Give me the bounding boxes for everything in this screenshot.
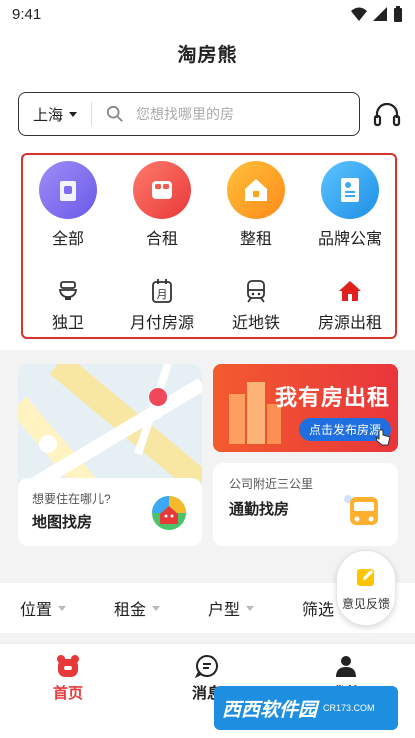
banner-title: 我有房出租	[275, 385, 391, 410]
bear-home-icon	[57, 655, 79, 677]
filter-rent[interactable]: 租金	[114, 596, 161, 620]
building-icon	[39, 161, 97, 219]
category-list-rental[interactable]: 房源出租	[305, 277, 395, 333]
svg-text:月: 月	[157, 288, 168, 301]
subway-icon	[242, 277, 270, 305]
category-label: 独卫	[51, 315, 84, 332]
status-icons	[351, 6, 403, 22]
category-panel: 全部 合租 整租 品牌公寓 独卫 月 月付房源 近地铁 房源出租	[21, 153, 397, 339]
category-label: 月付房源	[129, 315, 194, 332]
feedback-label: 意见反馈	[341, 596, 390, 611]
person-icon	[336, 656, 356, 677]
search-input[interactable]: 您想找哪里的房	[136, 104, 234, 124]
calendar-month-icon: 月	[148, 277, 176, 305]
category-subway[interactable]: 近地铁	[211, 277, 301, 333]
watermark-text: 西西软件园	[222, 699, 318, 721]
caret-down-icon	[69, 111, 78, 117]
search-icon	[106, 105, 123, 122]
house-icon	[227, 161, 285, 219]
home-red-icon	[336, 277, 364, 305]
top-area: 上海 您想找哪里的房 全部 合租 整租 品牌公寓 独卫 月 月付房源 近地铁 房…	[0, 78, 415, 350]
watermark-sub: CR173.COM	[323, 703, 375, 713]
map-search-card[interactable]: 想要住在哪儿? 地图找房	[18, 364, 202, 546]
document-icon	[321, 161, 379, 219]
list-rental-banner[interactable]: 我有房出租 点击发布房源	[213, 364, 398, 452]
map-pin-badge-icon	[152, 496, 186, 530]
category-monthly[interactable]: 月 月付房源	[117, 277, 207, 333]
city-selector[interactable]: 上海	[19, 93, 91, 135]
caret-down-icon	[152, 605, 161, 611]
caret-down-icon	[246, 605, 255, 611]
category-brand[interactable]: 品牌公寓	[305, 161, 395, 249]
category-label: 近地铁	[231, 315, 280, 332]
category-label: 整租	[239, 231, 272, 248]
battery-icon	[394, 6, 402, 22]
category-label: 合租	[145, 231, 178, 248]
filter-more[interactable]: 筛选	[302, 596, 334, 620]
category-label: 房源出租	[317, 315, 382, 332]
commute-search-card[interactable]: 公司附近三公里 通勤找房	[213, 463, 398, 546]
status-bar: 9:41	[0, 0, 415, 28]
filter-location[interactable]: 位置	[20, 596, 67, 620]
signal-icon	[373, 7, 387, 21]
feature-cards: 想要住在哪儿? 地图找房 我有房出租 点击发布房源 公司附近三公里 通勤找房	[0, 350, 415, 560]
filter-label: 租金	[114, 602, 147, 619]
bed-icon	[133, 161, 191, 219]
hand-pointer-icon	[375, 429, 391, 446]
status-time: 9:41	[12, 5, 42, 23]
category-private-bath[interactable]: 独卫	[23, 277, 113, 333]
filter-layout[interactable]: 户型	[208, 596, 255, 620]
edit-note-icon	[357, 567, 375, 586]
app-title: 淘房熊	[177, 44, 238, 66]
wifi-icon	[351, 7, 367, 21]
caret-down-icon	[58, 605, 67, 611]
category-label: 品牌公寓	[317, 231, 382, 248]
category-all[interactable]: 全部	[23, 161, 113, 249]
search-bar[interactable]: 上海 您想找哪里的房	[18, 92, 360, 136]
city-label: 上海	[33, 106, 64, 124]
feedback-button[interactable]: 意见反馈	[336, 550, 396, 626]
headset-icon[interactable]	[372, 100, 402, 130]
search-divider	[91, 102, 93, 126]
category-label: 全部	[51, 231, 84, 248]
filter-label: 筛选	[302, 602, 335, 619]
filter-label: 户型	[208, 602, 241, 619]
tab-label: 首页	[52, 685, 83, 702]
message-icon	[195, 654, 218, 678]
bus-icon	[344, 495, 378, 525]
watermark-logo: 西西软件园 CR173.COM	[214, 686, 398, 730]
filter-label: 位置	[20, 602, 53, 619]
category-whole[interactable]: 整租	[211, 161, 301, 249]
app-title-bar: 淘房熊	[0, 28, 415, 78]
tab-home[interactable]: 首页	[28, 654, 108, 703]
toilet-icon	[54, 277, 82, 305]
category-shared[interactable]: 合租	[117, 161, 207, 249]
